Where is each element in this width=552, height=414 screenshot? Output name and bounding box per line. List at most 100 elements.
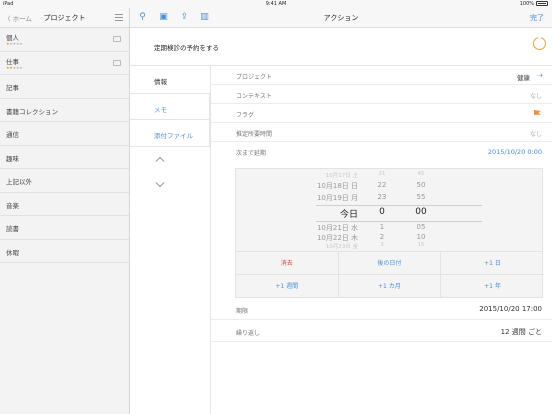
task-header: 定期検診の予約をする [130,28,552,66]
quick-date-buttons: 消去 後の日付 +1 日 +1 週間 +1 カ月 +1 年 [236,252,544,298]
tab-info[interactable]: 情報 [130,66,210,93]
arrow-right-icon[interactable]: ➝ [536,71,543,80]
project-item[interactable]: 休暇 [0,240,129,263]
flag-row[interactable]: フラグ [211,104,552,123]
sidebar-title: プロジェクト [43,14,86,22]
picker-hour: 1 [379,223,385,231]
defer-value: 2015/10/20 0:00 [487,148,542,156]
field-label: フラグ [236,112,255,119]
tab-label: メモ [154,106,167,114]
project-list: 個人 ★★★★★ 仕事 ★★★★★ 記事 書籍コレクション 通信 趣味 上記以外… [0,28,129,263]
project-item[interactable]: 通信 [0,122,129,146]
picker-minute: 55 [416,193,426,201]
picker-hour: 2 [379,233,385,241]
detail-tabs: 情報 メモ 添付ファイル [130,66,210,414]
project-label: 通信 [6,131,19,139]
date-wheel[interactable]: 10月17日 土 21 45 10月18日 日 22 50 10月19日 月 2… [236,169,542,252]
plus-one-year-button[interactable]: +1 年 [441,275,544,298]
picker-date: 10月19日 月 [316,194,358,202]
status-bar: iPad 9:41 AM 100% [0,0,552,8]
star-rating: ★★★★★ [6,64,23,70]
project-item[interactable]: 読書 [0,216,129,240]
detail-panel: ⚲ ▣ ⇪ ▥ アクション 完了 定期検診の予約をする 情報 メモ 添付ファイル… [130,8,552,414]
repeat-row[interactable]: 繰り返し 12 週間 ごと [211,320,552,342]
plus-one-day-button[interactable]: +1 日 [441,252,544,275]
selection-divider [316,205,482,206]
project-item[interactable]: 仕事 ★★★★★ [0,52,129,75]
tab-label: 添付ファイル [154,132,193,140]
project-label: 音楽 [6,201,19,210]
project-label: 書籍コレクション [6,107,58,116]
field-label: コンテキスト [236,93,272,100]
due-row[interactable]: 期限 2015/10/20 17:00 [211,298,552,320]
folder-icon [113,36,121,42]
project-label: 読書 [6,225,19,233]
battery-percent: 100% [519,1,534,7]
toolbar: ⚲ ▣ ⇪ ▥ アクション 完了 [130,8,552,28]
picker-row: 10月18日 日 22 50 [236,181,542,192]
tab-label: 情報 [154,78,167,86]
clear-button[interactable]: 消去 [236,252,339,275]
picker-date: 10月18日 日 [316,182,358,190]
field-label: 期限 [236,308,249,315]
project-value: 健康 [517,74,530,82]
project-item[interactable]: 趣味 [0,146,129,169]
project-label: 記事 [6,84,19,92]
picker-hour: 22 [377,181,387,189]
picker-minute: 50 [416,181,426,189]
project-item[interactable]: 記事 [0,75,129,99]
picker-minute: 10 [416,233,426,241]
sidebar: 〈 ホーム プロジェクト 個人 ★★★★★ 仕事 ★★★★★ 記事 書籍コレクシ… [0,8,130,414]
defer-row[interactable]: 次まで延期 2015/10/20 0:00 [211,142,552,161]
tab-memo[interactable]: メモ [130,93,210,120]
due-value: 2015/10/20 17:00 [479,305,542,313]
context-value: なし [529,93,542,100]
later-date-button[interactable]: 後の日付 [338,252,442,275]
picker-row-selected: 今日 0 00 [236,207,542,220]
field-label: プロジェクト [236,74,273,81]
context-row[interactable]: コンテキスト なし [211,85,552,104]
sidebar-header: 〈 ホーム プロジェクト [0,8,129,28]
project-item[interactable]: 書籍コレクション [0,99,129,122]
plus-one-week-button[interactable]: +1 週間 [236,275,339,298]
toolbar-title: アクション [323,14,359,22]
chevron-up-icon[interactable] [155,156,165,166]
picker-date: 今日 [339,210,358,220]
project-item[interactable]: 音楽 [0,193,129,216]
picker-hour: 23 [377,193,387,201]
star-rating: ★★★★★ [6,41,23,46]
project-row[interactable]: プロジェクト 健康 ➝ [211,66,552,85]
picker-hour: 0 [379,207,385,217]
battery-icon [536,1,548,6]
project-item[interactable]: 上記以外 [0,169,129,193]
plus-one-month-button[interactable]: +1 カ月 [339,275,442,298]
date-picker: 10月17日 土 21 45 10月18日 日 22 50 10月19日 月 2… [235,168,544,298]
picker-date: 10月21日 水 [316,224,358,232]
done-button[interactable]: 完了 [530,13,544,23]
folder-icon [113,59,121,66]
field-label: 次まで延期 [236,150,267,157]
selection-divider [316,221,482,222]
repeat-value: 12 週間 ごと [500,328,542,336]
complete-circle-icon[interactable] [533,35,546,50]
project-label: 趣味 [6,154,19,163]
flag-icon[interactable] [534,110,541,115]
field-label: 推定所要時間 [236,131,273,138]
tab-attachments[interactable]: 添付ファイル [130,120,210,147]
estimate-row[interactable]: 推定所要時間 なし [211,123,552,142]
picker-minute: 05 [416,223,426,231]
project-item[interactable]: 個人 ★★★★★ [0,28,129,52]
picker-hour: 21 [378,171,386,177]
picker-minute: 15 [417,242,425,248]
project-label: 休暇 [6,248,19,257]
picker-date: 10月23日 金 [325,244,358,250]
project-label: 上記以外 [6,178,32,186]
list-icon[interactable] [115,14,123,21]
chevron-down-icon[interactable] [155,178,165,188]
task-title[interactable]: 定期検診の予約をする [154,42,219,52]
info-pane: プロジェクト 健康 ➝ コンテキスト なし フラグ 推定所要時間 なし 次まで延… [210,66,552,414]
picker-date: 10月17日 土 [325,173,358,179]
picker-minute: 45 [417,171,425,177]
picker-row: 10月19日 月 23 55 [236,193,542,204]
clock: 9:41 AM [265,1,287,7]
